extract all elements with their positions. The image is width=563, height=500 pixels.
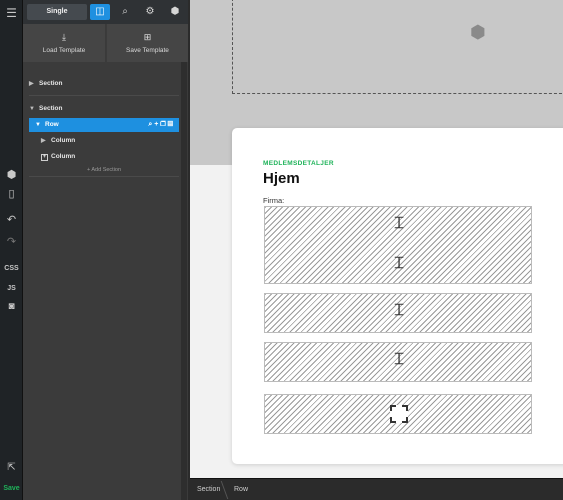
chevron-right-icon[interactable]: ▶ [41,134,51,148]
tree-item-label: Column [51,137,76,144]
css-button[interactable]: CSS [0,262,23,276]
gear-icon[interactable]: ⚙ [140,4,160,20]
tree-item-section[interactable]: ▼ Section [29,102,179,116]
editor-canvas[interactable]: ⬢ MEDLEMSDETALJER Hjem Firma: ⌶ ⌶ ⌶ ⌶ [190,0,563,478]
text-cursor-icon: ⌶ [394,215,404,232]
text-cursor-icon: ⌶ [394,255,404,272]
save-template-icon: ⊞ [143,32,152,42]
tree-item-label: Section [39,80,63,87]
save-button[interactable]: Save [0,482,23,496]
tree-item-label: Column [51,153,76,160]
divider [29,95,179,96]
add-section-button[interactable]: + Add Section [29,167,179,173]
tree-item-section[interactable]: ▶ Section [29,77,179,91]
panel-scrollbar[interactable] [181,62,187,500]
member-details-card[interactable]: MEDLEMSDETALJER Hjem Firma: ⌶ ⌶ ⌶ ⌶ [232,128,563,464]
mode-toggle-single[interactable]: Single [27,4,87,20]
field-label: Firma: [263,196,285,205]
text-cursor-icon: ⌶ [394,302,404,319]
download-icon: ⤓ [62,32,66,42]
undo-icon[interactable]: ↶ [0,213,23,227]
left-rail: ☰ ⬢ ▯ ↶ ↷ CSS JS ◙ ⇱ Save [0,0,23,500]
breadcrumb-separator [220,481,229,499]
breadcrumb-row[interactable]: Row [234,479,248,500]
tree-item-column[interactable]: ▶ Column [29,134,179,148]
row-actions: ⌕+❐▤ [148,118,175,132]
navigator-panel: Single ◫ ⌕ ⚙ ⬢ ⤓ Load Template ⊞ Save Te… [23,0,188,500]
delete-icon[interactable]: ▤ [168,121,175,128]
search-icon[interactable]: ⌕ [115,4,135,20]
text-block-placeholder[interactable]: ⌶ ⌶ [264,206,532,284]
card-heading: Hjem [263,170,300,187]
gamepad-icon[interactable]: ◙ [0,300,23,314]
divider [29,176,179,177]
tree-item-row[interactable]: ▼ Row ⌕+❐▤ [29,118,179,132]
tree-item-label: Section [39,105,63,112]
text-block-placeholder[interactable]: ⌶ [264,293,532,333]
tree-item-column[interactable]: + Column [29,150,179,164]
breadcrumb-section[interactable]: Section [197,479,220,500]
components-icon[interactable]: ⬢ [0,168,23,182]
layout-icon[interactable]: ◫ [90,4,110,20]
save-template-button[interactable]: ⊞ Save Template [107,24,188,62]
menu-icon[interactable]: ☰ [0,6,23,20]
tree-item-label: Row [45,121,59,128]
redo-icon[interactable]: ↷ [0,235,23,249]
save-template-label: Save Template [126,47,169,54]
card-eyebrow: MEDLEMSDETALJER [263,160,334,167]
exit-icon[interactable]: ⇱ [0,461,23,475]
select-box-icon [390,405,408,423]
load-template-button[interactable]: ⤓ Load Template [23,24,106,62]
empty-section-placeholder[interactable] [232,0,563,94]
mobile-icon[interactable]: ▯ [0,187,23,201]
element-placeholder[interactable] [264,394,532,434]
panel-toolbar: Single ◫ ⌕ ⚙ ⬢ [23,0,188,24]
settings-hex-icon[interactable]: ⬢ [165,4,185,20]
breadcrumb: Section Row [190,478,563,500]
text-cursor-icon: ⌶ [394,351,404,368]
copy-icon[interactable]: ❐ [160,121,167,128]
chevron-down-icon[interactable]: ▼ [35,118,45,132]
text-block-placeholder[interactable]: ⌶ [264,342,532,382]
expand-box-icon[interactable]: + [41,154,48,161]
cube-icon: ⬢ [470,22,486,42]
load-template-label: Load Template [42,47,86,54]
chevron-down-icon[interactable]: ▼ [29,102,39,116]
chevron-right-icon[interactable]: ▶ [29,77,39,91]
js-button[interactable]: JS [0,282,23,296]
